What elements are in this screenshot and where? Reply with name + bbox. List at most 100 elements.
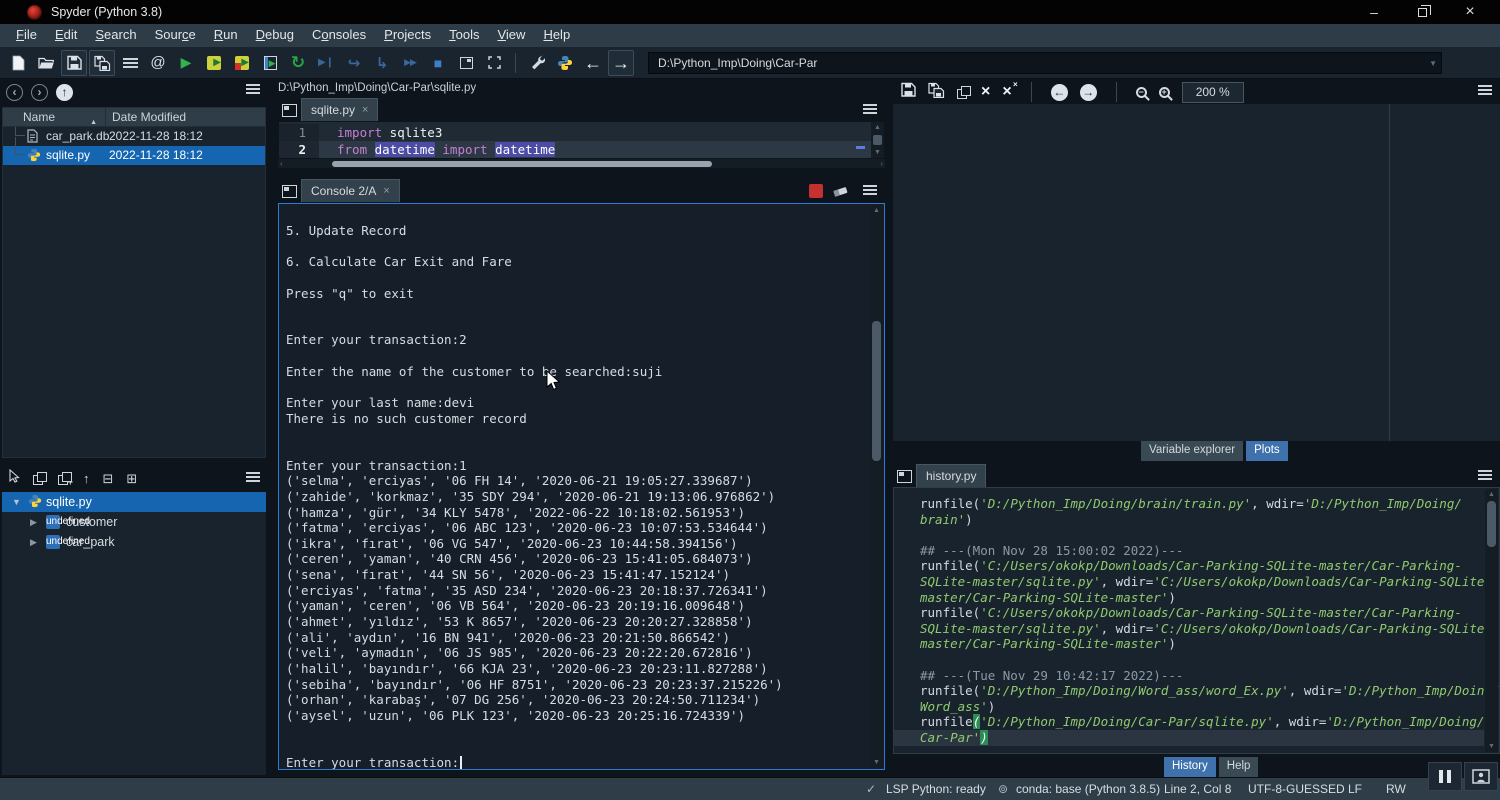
scroll-right-icon[interactable]: › [880, 159, 883, 168]
tab-help[interactable]: Help [1219, 757, 1259, 777]
expand-all-button[interactable]: ⊞ [126, 472, 137, 485]
pythonpath-button[interactable] [552, 50, 578, 76]
previous-plot-button[interactable]: ← [1051, 84, 1068, 101]
tab-close-icon[interactable]: × [383, 185, 389, 197]
plot-close-all-button[interactable]: ×× [1002, 84, 1011, 100]
rerun-cell-button[interactable]: ↻ [285, 50, 311, 76]
browse-tabs-icon[interactable] [282, 104, 297, 117]
panes-button[interactable] [1464, 762, 1498, 791]
expander-closed-icon[interactable]: ▶ [30, 532, 37, 552]
go-to-cursor-button[interactable] [8, 469, 20, 488]
fullscreen-button[interactable] [481, 50, 507, 76]
menu-help[interactable]: Help [534, 27, 579, 44]
menu-source[interactable]: Source [146, 27, 205, 44]
ipython-console[interactable]: 5. Update Record 6. Calculate Car Exit a… [278, 203, 885, 770]
back-button[interactable]: ← [580, 50, 606, 76]
browse-tabs-icon[interactable] [897, 470, 912, 483]
print-button[interactable] [117, 50, 143, 76]
history-options-menu[interactable] [1478, 470, 1492, 480]
save-all-button[interactable] [89, 50, 115, 76]
plot-save-all-button[interactable] [928, 82, 945, 103]
collapse-all-button[interactable]: ⊟ [103, 472, 114, 485]
continue-button[interactable]: ▶▶ [397, 50, 423, 76]
files-next-button[interactable]: › [31, 84, 48, 101]
history-log[interactable]: runfile('D:/Python_Imp/Doing/brain/train… [893, 487, 1500, 754]
tab-console-2a[interactable]: Console 2/A× [301, 179, 400, 202]
menu-file[interactable]: File [7, 27, 46, 44]
outline-item-car_park[interactable]: ▶undefinedcar_park [2, 532, 266, 552]
code-editor[interactable]: 1import sqlite32from datetime import dat… [278, 121, 885, 159]
preferences-button[interactable] [524, 50, 550, 76]
tab-plots[interactable]: Plots [1246, 441, 1288, 461]
files-parent-button[interactable]: ↑ [56, 84, 73, 101]
files-previous-button[interactable]: ‹ [6, 84, 23, 101]
scrollbar-thumb[interactable] [332, 161, 712, 167]
zoom-out-icon[interactable]: − [1136, 87, 1147, 98]
working-directory-input[interactable]: D:\Python_Imp\Doing\Car-Par ▼ [648, 52, 1442, 74]
history-scrollbar[interactable]: ▲ ▼ [1485, 489, 1498, 752]
tab-history[interactable]: History [1164, 757, 1216, 777]
maximize-pane-button[interactable] [453, 50, 479, 76]
menu-debug[interactable]: Debug [247, 27, 303, 44]
stop-debug-button[interactable]: ■ [425, 50, 451, 76]
plot-save-button[interactable] [901, 82, 916, 102]
clear-console-button[interactable] [832, 184, 849, 204]
menu-run[interactable]: Run [205, 27, 247, 44]
menu-edit[interactable]: Edit [46, 27, 86, 44]
zoom-level[interactable]: 200 % [1182, 82, 1244, 103]
file-row-sqlite.py[interactable]: sqlite.py2022-11-28 18:12 [3, 146, 265, 165]
new-file-button[interactable] [5, 50, 31, 76]
step-into-button[interactable]: ↳ [369, 50, 395, 76]
tab-history-py[interactable]: history.py [916, 464, 986, 487]
menu-search[interactable]: Search [86, 27, 145, 44]
pause-button[interactable] [1428, 762, 1462, 791]
outline-item-sqlite.py[interactable]: ▼sqlite.py [2, 492, 266, 512]
find-symbols-button[interactable]: @ [145, 50, 171, 76]
expander-closed-icon[interactable]: ▶ [30, 512, 37, 532]
outline-copy-all-button[interactable]: + [58, 472, 70, 484]
console-options-menu[interactable] [863, 185, 877, 195]
scrollbar-thumb[interactable] [1487, 501, 1496, 547]
debug-file-button[interactable]: ▶❙ [313, 50, 339, 76]
save-button[interactable] [61, 50, 87, 76]
open-file-button[interactable] [33, 50, 59, 76]
expander-open-icon[interactable]: ▼ [12, 492, 21, 512]
browse-tabs-icon[interactable] [282, 185, 297, 198]
scroll-left-icon[interactable]: ‹ [280, 159, 283, 168]
menu-consoles[interactable]: Consoles [303, 27, 375, 44]
files-options-menu[interactable] [246, 84, 260, 94]
run-cell-advance-button[interactable]: ▶ [229, 50, 255, 76]
plots-options-menu[interactable] [1478, 85, 1492, 95]
plot-copy-button[interactable] [957, 86, 969, 98]
menu-projects[interactable]: Projects [375, 27, 440, 44]
run-selection-button[interactable]: ▶ [257, 50, 283, 76]
plot-close-button[interactable]: × [981, 84, 990, 100]
editor-vertical-scrollbar[interactable]: ▲▼ [871, 122, 884, 158]
outline-item-customer[interactable]: ▶undefinedcustomer [2, 512, 266, 532]
scrollbar-thumb[interactable] [872, 321, 881, 461]
restore-button[interactable] [1398, 0, 1446, 24]
file-row-car_park.db[interactable]: car_park.db2022-11-28 18:12 [3, 127, 265, 146]
close-button[interactable]: × [1446, 0, 1494, 24]
outline-go-up-button[interactable]: ↑ [83, 472, 90, 485]
outline-copy-button[interactable] [33, 472, 45, 484]
menu-view[interactable]: View [488, 27, 534, 44]
menu-tools[interactable]: Tools [440, 27, 488, 44]
editor-options-menu[interactable] [863, 104, 877, 114]
outline-options-menu[interactable] [246, 472, 260, 482]
step-over-button[interactable]: ↪ [341, 50, 367, 76]
tab-close-icon[interactable]: × [362, 104, 368, 116]
dropdown-chevron-icon[interactable]: ▼ [1429, 59, 1437, 68]
interrupt-kernel-icon[interactable] [809, 184, 823, 198]
column-header-date[interactable]: Date Modified [106, 108, 265, 126]
tab-sqlite-py[interactable]: sqlite.py× [301, 98, 378, 121]
next-plot-button[interactable]: → [1080, 84, 1097, 101]
run-file-button[interactable]: ▶ [173, 50, 199, 76]
tab-variable-explorer[interactable]: Variable explorer [1141, 441, 1243, 461]
editor-horizontal-scrollbar[interactable]: ‹ › [278, 159, 885, 168]
run-cell-button[interactable]: ▶ [201, 50, 227, 76]
minimize-button[interactable]: – [1350, 0, 1398, 24]
console-scrollbar[interactable]: ▲ ▼ [870, 205, 883, 768]
column-header-name[interactable]: Name▲ [3, 108, 106, 126]
zoom-in-icon[interactable]: + [1159, 87, 1170, 98]
